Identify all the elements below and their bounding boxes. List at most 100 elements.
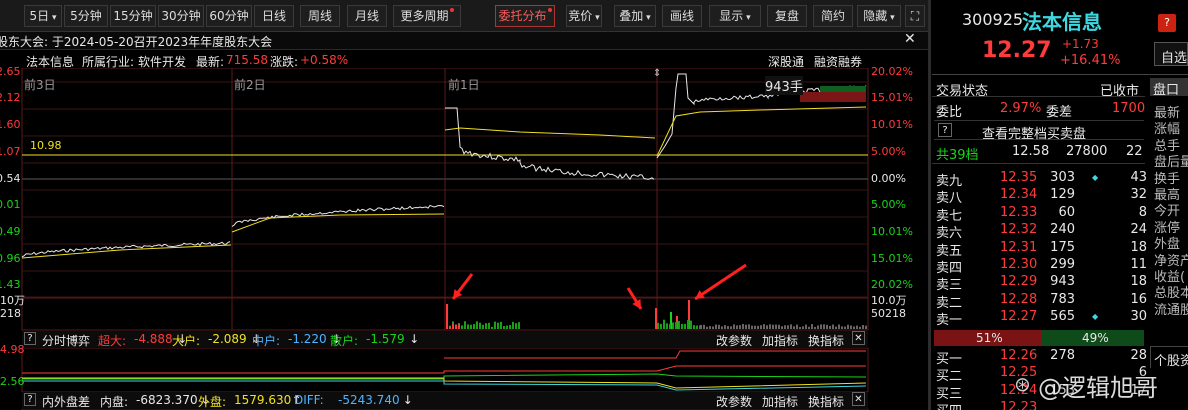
volume-bar (745, 324, 747, 329)
sell-level-row[interactable]: 卖一 12.27 565 30 ◆ (934, 309, 1147, 328)
side-tab-handicap[interactable]: 盘口 (1150, 78, 1188, 98)
sell-level-row[interactable]: 卖六 12.32 240 24 (934, 222, 1147, 241)
indicator2-title[interactable]: 内外盘差 (42, 393, 90, 410)
toolbar-button-11[interactable]: 叠加 ▾ (614, 5, 656, 27)
volume-bar (718, 324, 720, 329)
buy-level-row[interactable]: 买一 12.26 278 28 (934, 348, 1147, 367)
toolbar-button-9[interactable]: 委托分布 (495, 5, 555, 27)
day-label-2: 前2日 (234, 78, 266, 92)
stock-funds-tab[interactable]: 个股资 (1150, 346, 1188, 369)
sub1-item-label: 散户: (330, 334, 359, 348)
panel-divider[interactable] (928, 0, 931, 410)
toolbar-button-12[interactable]: 画线 (662, 5, 702, 27)
buy-band (800, 92, 866, 102)
help-icon[interactable]: ? (938, 123, 952, 137)
help-icon[interactable]: ? (24, 393, 36, 406)
toolbar-button-5[interactable]: 日线 (254, 5, 294, 27)
chevron-down-icon: ▾ (592, 13, 600, 23)
level-volume: 129 (1050, 187, 1075, 203)
buy-ratio-text: 51% (976, 331, 1003, 345)
toolbar-button-8[interactable]: 更多周期 (393, 5, 461, 27)
indicator1-header: ? 分时博弈 超大: -4.888 ↓ 大户: -2.089 ↓ 中户: -1.220 ↓ 散户:… (22, 331, 868, 348)
indicator2-add-link[interactable]: 加指标 (762, 393, 798, 410)
intraday-chart[interactable]: ⇕ (0, 68, 930, 410)
toolbar-button-6[interactable]: 周线 (300, 5, 340, 27)
weibo-icon: ⊛ (1014, 372, 1031, 396)
toolbar-button-2[interactable]: 15分钟 (110, 5, 156, 27)
indicator2-param-link[interactable]: 改参数 (716, 393, 752, 410)
help-icon[interactable]: ? (24, 332, 36, 345)
volume-bar (826, 324, 828, 329)
close-icon[interactable]: ✕ (904, 31, 916, 47)
sub1-item-label: 大户: (172, 334, 201, 348)
volume-bar (832, 324, 834, 329)
level-count: 11 (1130, 257, 1147, 272)
volume-bar (458, 324, 460, 329)
sell-level-row[interactable]: 卖五 12.31 175 18 (934, 239, 1147, 259)
ind1-axis-top: 4.98 (0, 343, 25, 356)
sell-level-row[interactable]: 卖八 12.34 129 32 (934, 187, 1147, 206)
level-count: 18 (1130, 239, 1147, 255)
sell-level-row[interactable]: 卖二 12.28 783 16 (934, 292, 1147, 311)
full-book-label[interactable]: 查看完整档买卖盘 (982, 123, 1086, 142)
volume-bar (856, 325, 858, 329)
toolbar-button-14[interactable]: 复盘 (767, 5, 807, 27)
toolbar-button-16[interactable]: 隐藏 ▾ (857, 5, 901, 27)
level-volume: 565 (1050, 309, 1075, 325)
indicator2-switch-link[interactable]: 换指标 (808, 393, 844, 410)
buy-sell-ratio-bar: 51% 49% (934, 330, 1144, 346)
indicator1-switch-link[interactable]: 换指标 (808, 332, 844, 349)
indicator1-add-link[interactable]: 加指标 (762, 332, 798, 349)
sell-level-row[interactable]: 卖三 12.29 943 18 (934, 274, 1147, 294)
indicator1-close-icon[interactable]: ✕ (852, 331, 865, 345)
toolbar-button-0[interactable]: 5日 ▾ (24, 5, 62, 27)
indicator1-param-link[interactable]: 改参数 (716, 332, 752, 349)
volume-bar (497, 322, 499, 329)
volume-bar (512, 321, 514, 329)
volume-bar (796, 324, 798, 329)
volume-bar (449, 326, 451, 329)
toolbar-button-4[interactable]: 60分钟 (206, 5, 252, 27)
stock-info-bar: 法本信息 所属行业: 软件开发 最新: 715.58 涨跌: +0.58% 深股… (0, 51, 870, 69)
toolbar-button-13[interactable]: 显示 ▾ (709, 5, 761, 27)
sell-level-row[interactable]: 卖七 12.33 60 8 (934, 205, 1147, 224)
volume-bar (672, 322, 674, 329)
vol-axis-right-top: 10.0万 (871, 294, 907, 307)
notice-text[interactable]: 股东大会: 于2024-05-20召开2023年年度股东大会 (0, 33, 272, 50)
price-line-day1 (445, 107, 655, 181)
expand-icon[interactable]: ⛶ (905, 5, 925, 27)
sell-ratio-text: 49% (1082, 331, 1109, 345)
sell-level-row[interactable]: 卖四 12.30 299 11 (934, 257, 1147, 276)
sub2-item-value: 1579.630 (234, 393, 292, 407)
toolbar-button-15[interactable]: 简约 (813, 5, 853, 27)
toolbar-button-1[interactable]: 5分钟 (64, 5, 108, 27)
level-label: 买二 (936, 369, 963, 385)
more-icon[interactable]: ? (1158, 14, 1176, 32)
toolbar-button-7[interactable]: 月线 (347, 5, 387, 27)
volume-bar (739, 325, 741, 329)
volume-bar (675, 322, 677, 329)
indicator2-close-icon[interactable]: ✕ (852, 392, 865, 406)
right-axis-tick: 5.00% (871, 145, 906, 158)
price-line-day2 (231, 204, 445, 227)
level-label: 卖三 (936, 278, 963, 294)
stock-change-pct: +16.41% (1060, 53, 1121, 68)
stock-name[interactable]: 法本信息 (1022, 6, 1102, 35)
volume-bar (687, 320, 689, 329)
sell-level-row[interactable]: 卖九 12.35 303 43 ◆ (934, 170, 1147, 189)
sub2-item-value: -5243.740 (338, 393, 400, 407)
indicator1-title[interactable]: 分时博弈 (42, 332, 90, 349)
add-watchlist-button[interactable]: 自选 (1154, 42, 1188, 66)
volume-bar (862, 325, 864, 329)
sub2-item-value: -6823.370 (136, 393, 198, 407)
left-axis-tick: 2.65 (0, 65, 21, 78)
ind1-axis-mid: 2.56 (0, 375, 25, 388)
toolbar-button-3[interactable]: 30分钟 (158, 5, 204, 27)
full-book-bar[interactable]: ? 查看完整档买卖盘 (934, 120, 1144, 142)
vol-axis-left-top: 10万 (0, 294, 25, 307)
level-price: 12.27 (1000, 309, 1038, 325)
marker-icon: ◆ (1092, 312, 1099, 322)
volume-bar (666, 323, 668, 329)
chevron-down-icon: ▾ (49, 13, 57, 23)
toolbar-button-10[interactable]: 竞价 ▾ (566, 5, 602, 27)
